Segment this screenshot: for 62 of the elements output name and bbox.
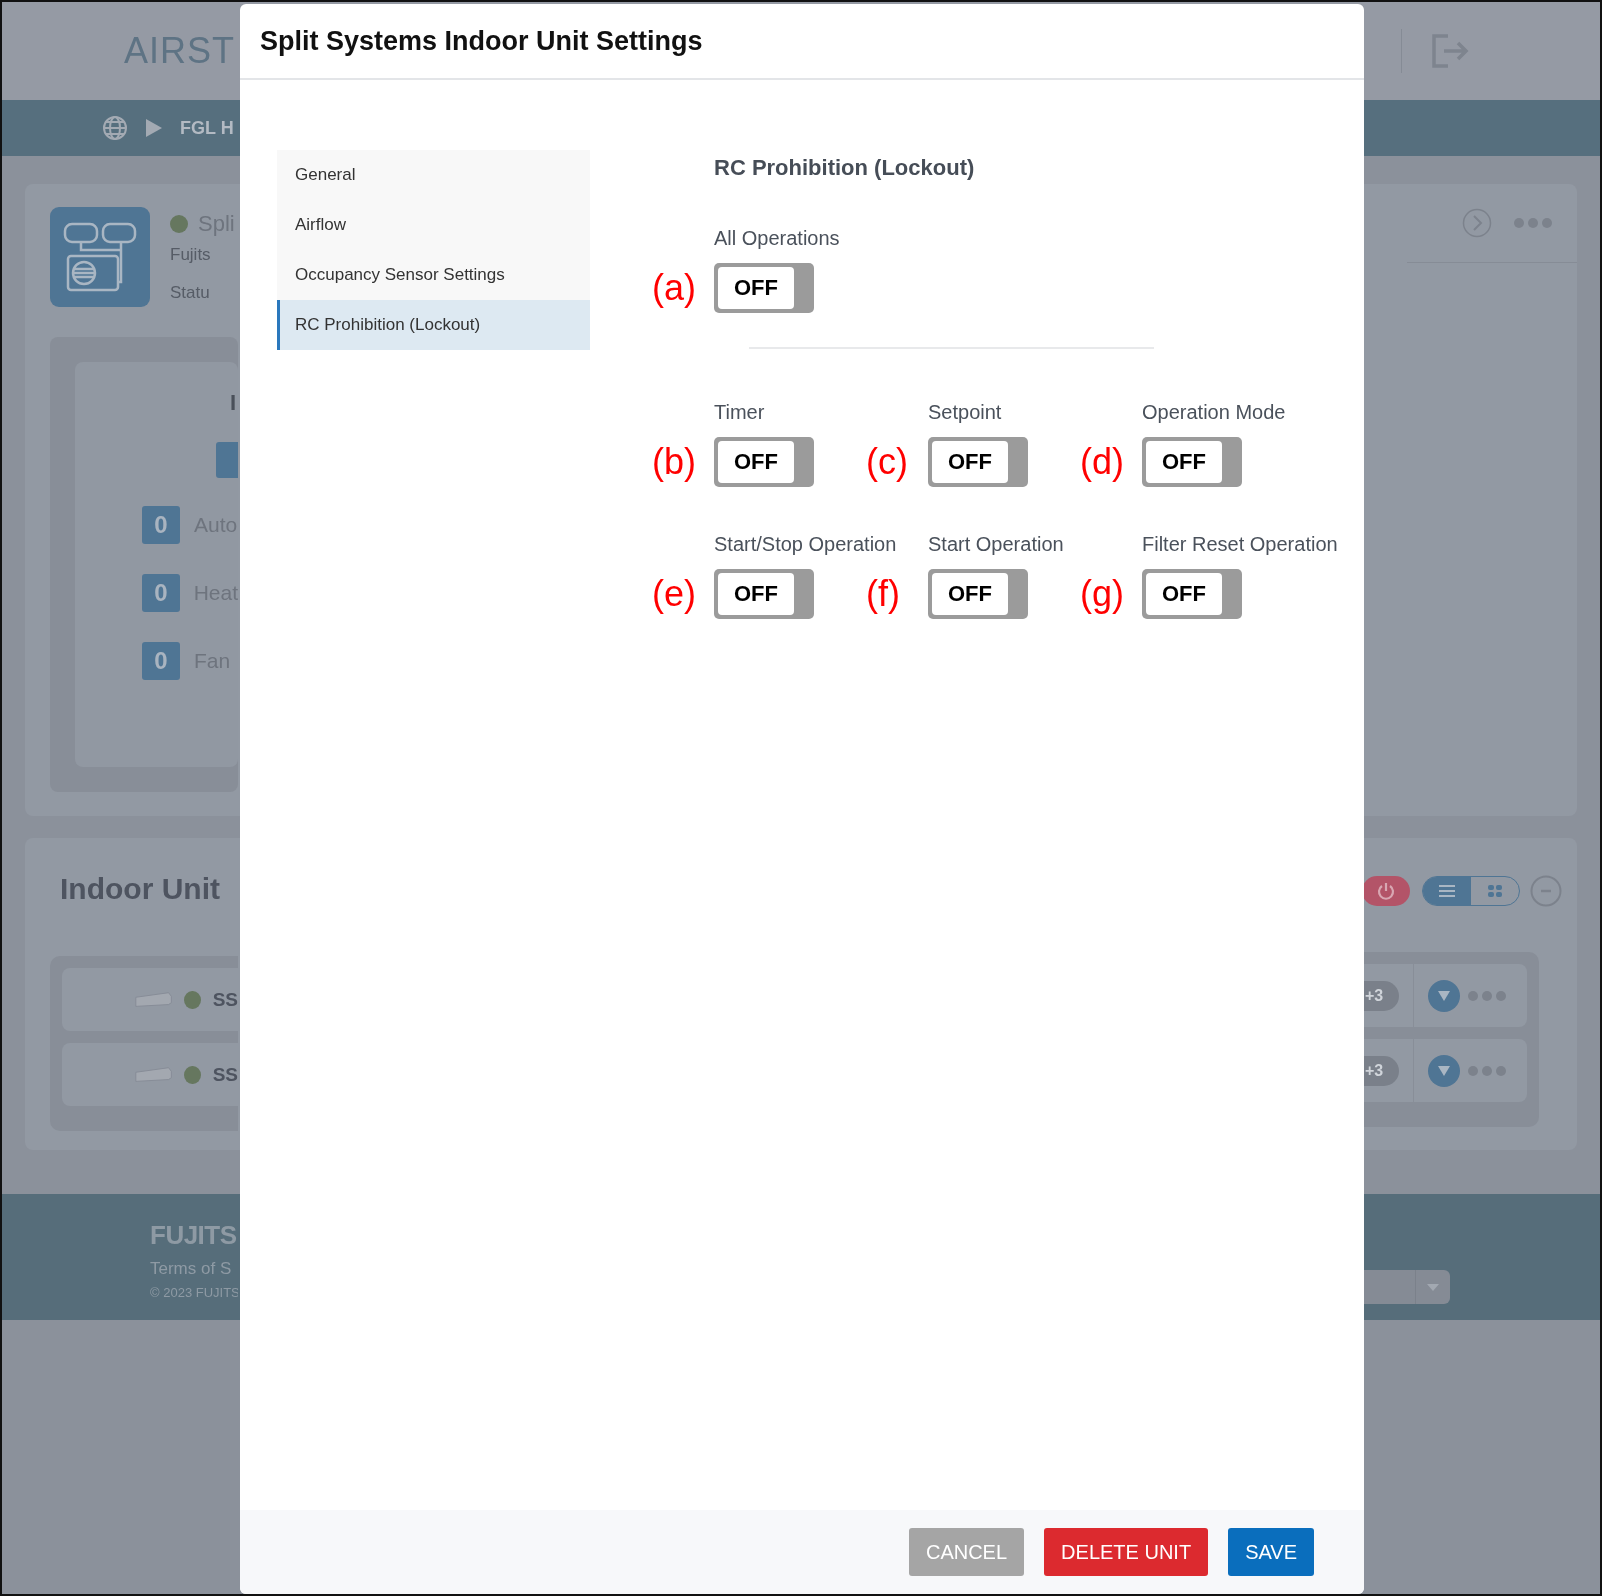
- dialog-title: Split Systems Indoor Unit Settings: [260, 25, 703, 57]
- sidebar-item[interactable]: RC Prohibition (Lockout): [277, 300, 590, 350]
- split-system-icon: [50, 207, 150, 307]
- count-badge: [216, 442, 238, 478]
- toggle-switch[interactable]: OFF: [714, 263, 814, 313]
- expand-button[interactable]: [1428, 1054, 1460, 1087]
- count-badge: 0: [142, 642, 180, 680]
- indoor-unit-icon: [134, 990, 173, 1009]
- more-icon[interactable]: [1514, 218, 1552, 228]
- annotation-label: (a): [652, 267, 696, 309]
- setting-label: Start/Stop Operation: [714, 532, 897, 557]
- delete-button[interactable]: DELETE UNIT: [1044, 1528, 1209, 1576]
- unit-name: SS: [212, 988, 238, 1011]
- power-button[interactable]: [1362, 876, 1410, 906]
- save-button[interactable]: SAVE: [1228, 1528, 1314, 1576]
- caret-down-icon: [1437, 989, 1451, 1002]
- caret-down-icon: [1427, 1283, 1439, 1291]
- section-heading: RC Prohibition (Lockout): [714, 155, 976, 181]
- count-badge: 0: [142, 506, 180, 544]
- minus-icon[interactable]: [1530, 875, 1562, 907]
- status-label: Statu: [170, 283, 211, 303]
- indoor-unit-icon: [134, 1065, 173, 1084]
- setting-label: All Operations: [714, 226, 840, 251]
- sidebar-item[interactable]: Occupancy Sensor Settings: [277, 250, 590, 300]
- setting-label: Operation Mode: [1142, 400, 1286, 425]
- unit-name: SS: [212, 1063, 238, 1086]
- system-brand: Fujits: [170, 245, 212, 265]
- chevron-right-icon[interactable]: [1462, 208, 1492, 238]
- setting-label: Timer: [714, 400, 765, 425]
- expand-button[interactable]: [1428, 979, 1460, 1012]
- count-badge: 0: [142, 574, 180, 612]
- more-icon[interactable]: [1468, 990, 1506, 1001]
- toggle-switch[interactable]: OFF: [1142, 437, 1242, 487]
- toggle-switch[interactable]: OFF: [928, 437, 1028, 487]
- annotation-label: (g): [1080, 573, 1124, 615]
- play-icon: [145, 118, 163, 138]
- summary-heading: I: [229, 390, 238, 416]
- toggle-switch[interactable]: OFF: [1142, 569, 1242, 619]
- annotation-label: (c): [866, 441, 908, 483]
- toggle-switch[interactable]: OFF: [714, 569, 814, 619]
- status-dot: [170, 215, 188, 233]
- caret-down-icon: [1437, 1064, 1451, 1077]
- globe-icon[interactable]: [102, 115, 128, 141]
- annotation-label: (b): [652, 441, 696, 483]
- setting-label: Setpoint: [928, 400, 1002, 425]
- status-dot: [184, 990, 201, 1009]
- toggle-switch[interactable]: OFF: [714, 437, 814, 487]
- setting-label: Filter Reset Operation: [1142, 532, 1338, 557]
- toggle-switch[interactable]: OFF: [928, 569, 1028, 619]
- setting-label: Start Operation: [928, 532, 1064, 557]
- annotation-label: (d): [1080, 441, 1124, 483]
- sidebar-item[interactable]: General: [277, 150, 590, 200]
- status-dot: [184, 1065, 201, 1084]
- more-icon[interactable]: [1468, 1065, 1506, 1076]
- annotation-label: (f): [866, 573, 900, 615]
- sidebar-item[interactable]: Airflow: [277, 200, 590, 250]
- footer-logo: FUJITS: [150, 1220, 238, 1251]
- annotation-label: (e): [652, 573, 696, 615]
- section-title: Indoor Unit: [59, 871, 221, 906]
- power-icon: [1376, 881, 1396, 901]
- grid-icon[interactable]: [1488, 885, 1502, 897]
- list-icon[interactable]: [1439, 885, 1455, 897]
